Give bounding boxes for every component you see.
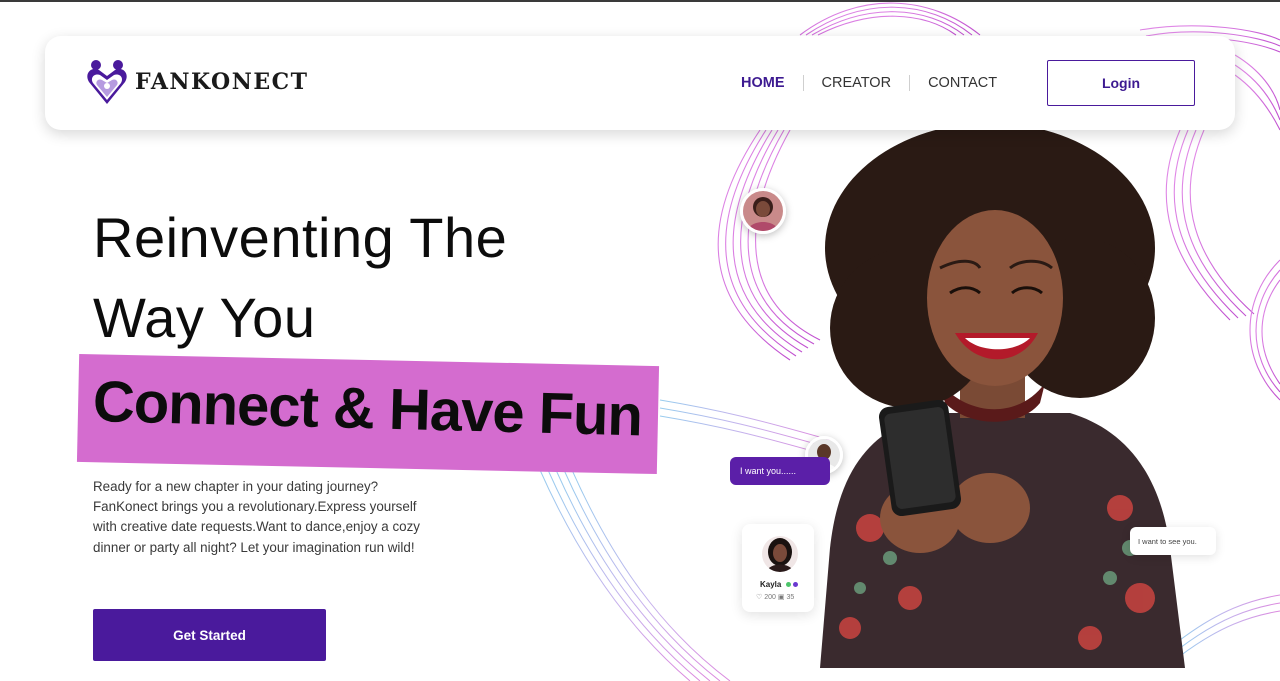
heart-icon: ♡ <box>756 594 763 601</box>
profile-name: Kayla <box>760 580 782 589</box>
top-border <box>0 0 1280 2</box>
woman-with-phone-image <box>820 128 1185 668</box>
hero-headline-line1: Reinventing The <box>93 206 508 269</box>
floating-avatar-top <box>740 188 786 234</box>
heart-pin-logo-icon <box>87 60 127 104</box>
online-status-dot <box>786 582 791 587</box>
image-icon: ▣ <box>777 594 785 601</box>
posts-count: 35 <box>786 594 795 601</box>
nav-contact-link[interactable]: CONTACT <box>910 74 1015 92</box>
navbar: FANKONECT HOME CREATOR CONTACT Login <box>45 36 1235 130</box>
hero-headline: Reinventing The Way You <box>93 198 507 358</box>
profile-card[interactable]: Kayla ♡ 200 ▣ 35 <box>742 524 814 612</box>
hero-headline-line2: Way You <box>93 286 316 349</box>
likes-count: 200 <box>764 594 776 601</box>
profile-avatar <box>762 536 798 572</box>
verified-badge-icon <box>793 582 798 587</box>
user-photo-icon <box>762 536 798 572</box>
profile-stats: ♡ 200 ▣ 35 <box>756 593 794 601</box>
hero-highlight-text: Connect & Have Fun <box>92 369 643 449</box>
brand-logo[interactable]: FANKONECT <box>85 58 308 106</box>
nav-home-link[interactable]: HOME <box>729 74 803 92</box>
main-nav: HOME CREATOR CONTACT <box>729 74 1015 92</box>
user-photo-icon <box>743 191 783 231</box>
nav-creator-link[interactable]: CREATOR <box>804 74 910 92</box>
chat-bubble-left: I want you...... <box>730 457 830 485</box>
login-button[interactable]: Login <box>1047 60 1195 106</box>
hero-description: Ready for a new chapter in your dating j… <box>93 479 421 555</box>
brand-name: FANKONECT <box>135 69 309 95</box>
chat-bubble-right: I want to see you. <box>1130 527 1216 555</box>
get-started-button[interactable]: Get Started <box>93 609 326 661</box>
